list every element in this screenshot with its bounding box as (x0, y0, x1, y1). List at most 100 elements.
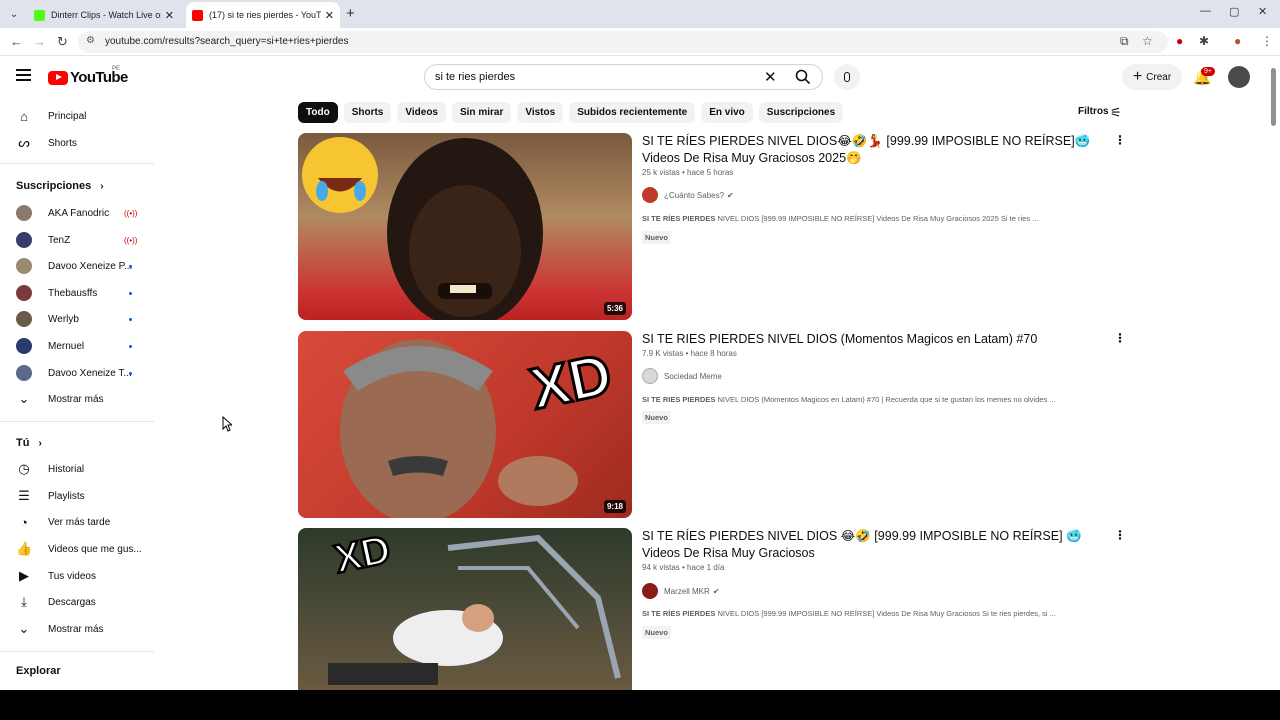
channel-link[interactable]: Sociedad Meme (642, 368, 722, 384)
new-content-dot (129, 264, 132, 268)
show-more-subscriptions[interactable]: ⌄ Mostrar más (0, 386, 155, 412)
extensions-icon[interactable]: ✱ (1199, 34, 1209, 48)
subscription-tenz[interactable]: TenZ ((•)) (0, 227, 155, 253)
sidebar-item-liked[interactable]: 👍 Videos que me gus... (0, 536, 155, 562)
new-content-dot (129, 344, 132, 348)
more-actions-icon[interactable]: ⋮ (1114, 331, 1126, 345)
video-thumbnail[interactable]: 5:36 (298, 133, 632, 320)
reload-icon[interactable]: ↻ (57, 34, 68, 50)
extension-shield-icon[interactable]: ● (1176, 34, 1183, 48)
sidebar-item-principal[interactable]: ⌂ Principal (0, 103, 155, 129)
chip-subidos-recientemente[interactable]: Subidos recientemente (569, 102, 696, 123)
region-code: PE (112, 66, 121, 72)
chip-shorts[interactable]: Shorts (343, 102, 392, 123)
tab-close-icon[interactable]: ✕ (325, 9, 334, 22)
chip-sin-mirar[interactable]: Sin mirar (451, 102, 512, 123)
video-meta: 94 k vistas • hace 1 día (642, 563, 725, 572)
site-info-icon[interactable]: ⚙ (86, 35, 95, 46)
new-content-dot (129, 371, 132, 375)
subscription-thebausffs[interactable]: Thebausffs (0, 280, 155, 306)
filters-sliders-icon[interactable]: ⚟ (1110, 105, 1122, 121)
more-actions-icon[interactable]: ⋮ (1114, 528, 1126, 542)
channel-name[interactable]: Marzell MKR (664, 587, 710, 596)
forward-icon[interactable]: → (33, 34, 46, 49)
description-text: NIVEL DIOS [999.99 IMPOSIBLE NO REÍRSE] … (715, 214, 1039, 223)
subscription-werlyb[interactable]: Werlyb (0, 306, 155, 332)
video-thumbnail[interactable]: XD 9:18 (298, 331, 632, 518)
browser-tab-bar: ⌄ Dinterr Clips - Watch Live on K ✕ (17)… (0, 0, 1280, 28)
guide-menu-icon[interactable] (16, 69, 31, 81)
chip-suscripciones[interactable]: Suscripciones (758, 102, 844, 123)
video-title[interactable]: SI TE RÍES PIERDES NIVEL DIOS😂🤣💃 [999.99… (642, 133, 1102, 167)
channel-avatar (16, 205, 32, 221)
youtube-logo[interactable]: YouTube PE (48, 66, 128, 86)
channel-avatar (642, 583, 658, 599)
voice-search-button[interactable] (834, 64, 860, 90)
tab-close-icon[interactable]: ✕ (165, 9, 174, 22)
sidebar-item-shorts[interactable]: ᔕ Shorts (0, 130, 155, 156)
divider (0, 651, 154, 652)
live-icon: ((•)) (124, 208, 138, 218)
video-result[interactable]: XD 9:18 SI TE RIES PIERDES NIVEL DIOS (M… (298, 331, 1128, 521)
sidebar-item-your-videos[interactable]: ▶ Tus videos (0, 563, 155, 589)
downloads-icon: ⤓ (21, 594, 27, 609)
subscription-mernuel[interactable]: Mernuel (0, 333, 155, 359)
profile-icon[interactable]: ● (1234, 34, 1241, 48)
new-badge: Nuevo (642, 626, 671, 639)
subscriptions-heading[interactable]: Suscripciones › (16, 180, 104, 192)
back-icon[interactable]: ← (10, 34, 23, 49)
chevron-right-icon: › (100, 181, 104, 192)
url-text[interactable]: youtube.com/results?search_query=si+te+r… (105, 36, 348, 47)
chip-en-vivo[interactable]: En vivo (701, 102, 753, 123)
page-scrollbar[interactable] (1270, 60, 1278, 690)
subscription-name: Mernuel (48, 340, 85, 352)
search-icon[interactable] (795, 69, 811, 85)
sidebar-item-watch-later[interactable]: ◔ Ver más tarde (0, 509, 155, 535)
video-thumbnail[interactable]: XD (298, 528, 632, 690)
video-result[interactable]: XD SI TE RÍES PIERDES NIVEL DIOS 😂🤣 [999… (298, 528, 1128, 690)
chip-videos[interactable]: Videos (397, 102, 446, 123)
tab-search-icon[interactable]: ⌄ (4, 4, 24, 24)
mouse-cursor-icon (222, 416, 232, 432)
sidebar-item-playlists[interactable]: ☰ Playlists (0, 483, 155, 509)
subscription-davoo-p[interactable]: Davoo Xeneize P... (0, 253, 155, 279)
search-input[interactable]: si te ries pierdes (435, 71, 515, 83)
channel-name[interactable]: Sociedad Meme (664, 372, 722, 381)
window-close-icon[interactable]: ✕ (1258, 5, 1267, 18)
tab-kick[interactable]: Dinterr Clips - Watch Live on K ✕ (28, 2, 180, 28)
subscription-aka-fanodric[interactable]: AKA Fanodric ((•)) (0, 200, 155, 226)
account-avatar[interactable] (1228, 66, 1250, 88)
address-bar[interactable]: ⚙ youtube.com/results?search_query=si+te… (78, 31, 1168, 53)
more-actions-icon[interactable]: ⋮ (1114, 133, 1126, 147)
chip-vistos[interactable]: Vistos (517, 102, 564, 123)
show-more-you[interactable]: ⌄ Mostrar más (0, 616, 155, 642)
create-button[interactable]: + Crear (1122, 64, 1182, 90)
video-title[interactable]: SI TE RIES PIERDES NIVEL DIOS (Momentos … (642, 331, 1102, 348)
channel-link[interactable]: Marzell MKR ✔ (642, 583, 719, 599)
minimize-icon[interactable]: — (1200, 5, 1211, 17)
subscription-name: Davoo Xeneize P... (48, 260, 133, 272)
restore-icon[interactable]: ▢ (1229, 5, 1239, 18)
video-description: SI TE RÍES PIERDES NIVEL DIOS [999.99 IM… (642, 609, 1112, 618)
sidebar-item-label: Principal (48, 110, 87, 122)
playlists-icon: ☰ (18, 488, 30, 503)
bookmark-star-icon[interactable]: ☆ (1142, 34, 1153, 48)
sidebar-item-downloads[interactable]: ⤓ Descargas (0, 589, 155, 615)
video-title[interactable]: SI TE RÍES PIERDES NIVEL DIOS 😂🤣 [999.99… (642, 528, 1102, 562)
clear-search-icon[interactable]: ✕ (764, 68, 777, 86)
subscription-davoo-t[interactable]: Davoo Xeneize T... (0, 360, 155, 386)
tab-youtube[interactable]: (17) si te ries pierdes - YouTube ✕ (186, 2, 340, 28)
video-result[interactable]: 5:36 SI TE RÍES PIERDES NIVEL DIOS😂🤣💃 [9… (298, 133, 1128, 323)
you-heading[interactable]: Tú › (16, 437, 42, 449)
channel-name[interactable]: ¿Cuánto Sabes? (664, 191, 724, 200)
search-box[interactable]: si te ries pierdes ✕ (424, 64, 823, 90)
install-icon[interactable]: ⧉ (1120, 34, 1129, 49)
browser-menu-icon[interactable]: ⋮ (1261, 34, 1273, 48)
scrollbar-thumb[interactable] (1271, 68, 1276, 126)
chip-todo[interactable]: Todo (298, 102, 338, 123)
new-tab-button[interactable]: + (346, 5, 355, 22)
channel-link[interactable]: ¿Cuánto Sabes? ✔ (642, 187, 734, 203)
sidebar-item-history[interactable]: ◷ Historial (0, 456, 155, 482)
filters-button[interactable]: Filtros (1078, 106, 1109, 117)
tab-title: Dinterr Clips - Watch Live on K (51, 10, 161, 20)
